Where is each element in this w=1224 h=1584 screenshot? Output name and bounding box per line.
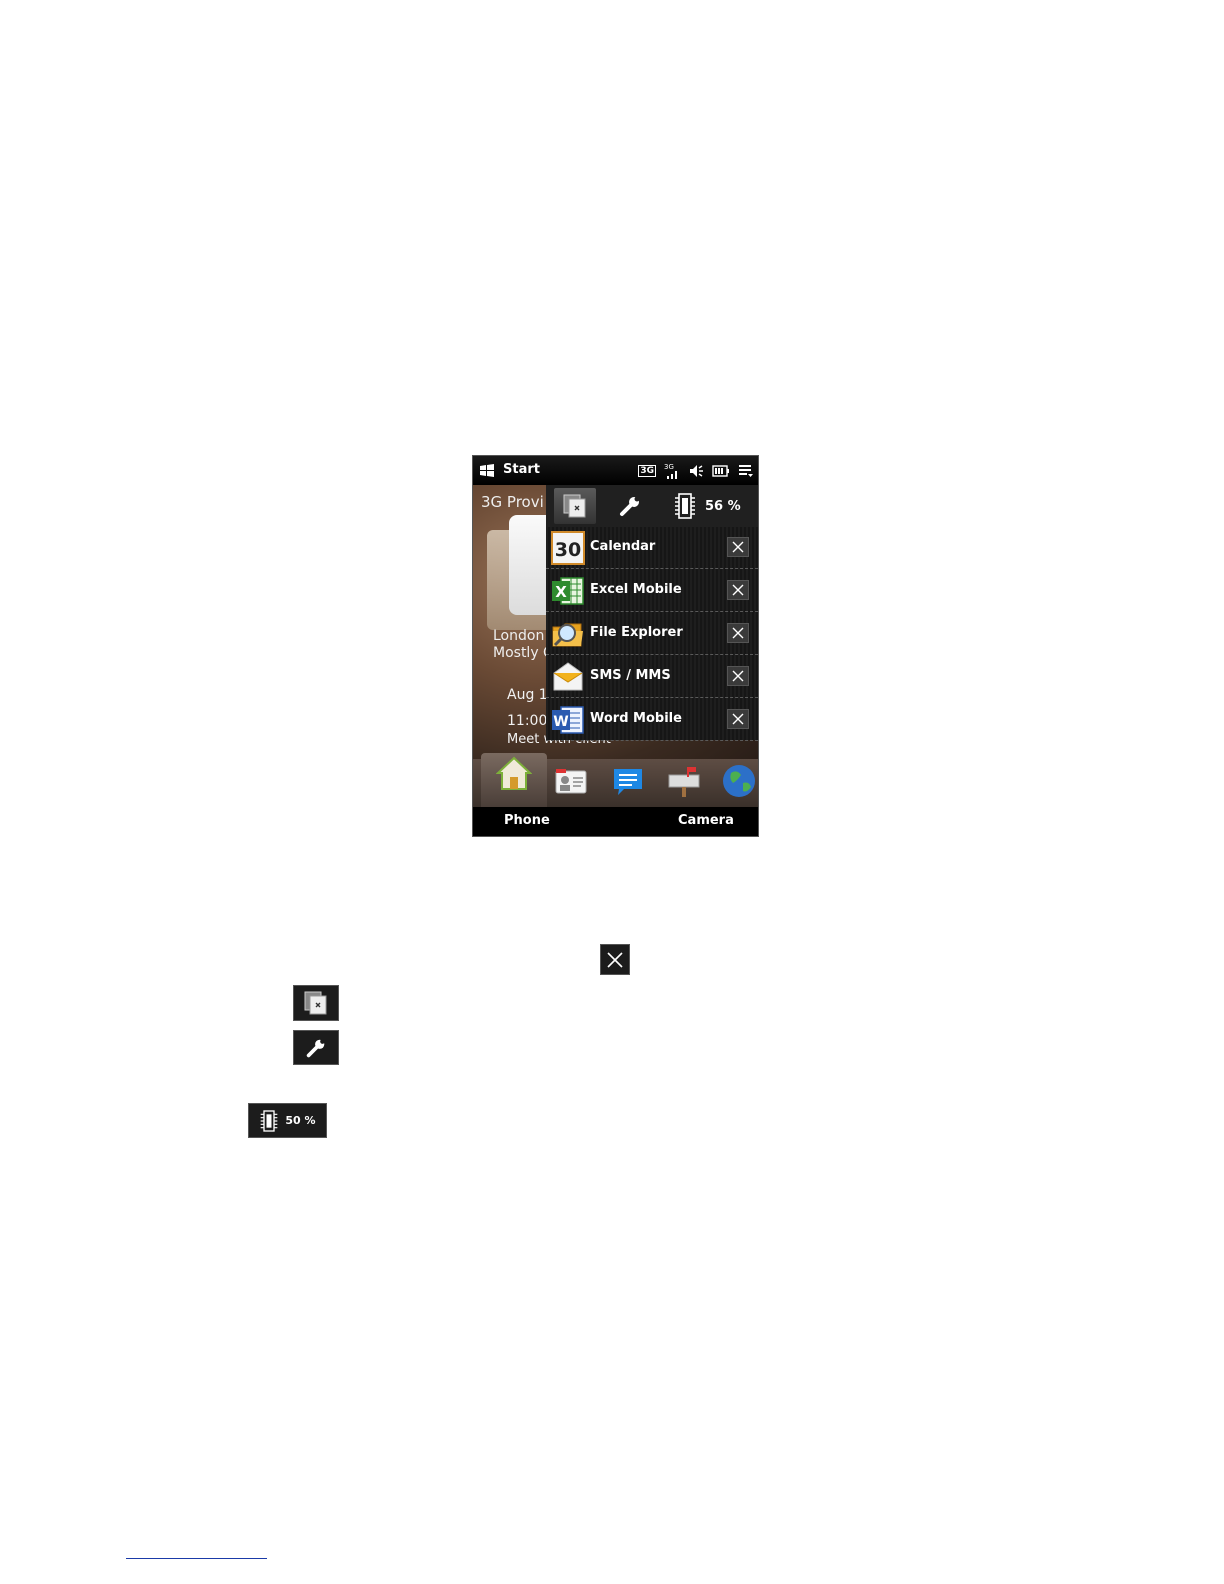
excel-icon: X	[552, 577, 584, 605]
windows-flag-icon[interactable]	[479, 463, 495, 478]
close-icon	[732, 584, 744, 596]
task-row-file-explorer[interactable]: File Explorer	[546, 613, 758, 655]
close-all-button-sample[interactable]	[293, 985, 339, 1021]
settings-button[interactable]	[609, 488, 651, 524]
memory-usage-label: 56 %	[705, 498, 741, 514]
excel-icon-letter: X	[555, 583, 567, 601]
contacts-icon[interactable]	[553, 763, 589, 799]
wrench-icon	[306, 1038, 325, 1057]
battery-icon	[712, 465, 729, 477]
close-all-button[interactable]	[554, 488, 596, 524]
memory-usage-label: 50 %	[285, 1114, 316, 1127]
settings-button-sample[interactable]	[293, 1030, 339, 1065]
close-task-button[interactable]	[727, 537, 749, 557]
signal-3g-label: 3G	[664, 463, 674, 471]
task-label: File Explorer	[590, 625, 683, 640]
close-task-button-sample[interactable]	[600, 944, 630, 975]
close-task-button[interactable]	[727, 623, 749, 643]
close-task-button[interactable]	[727, 666, 749, 686]
close-all-icon	[304, 991, 327, 1015]
start-menu-label[interactable]: Start	[503, 462, 540, 477]
messages-icon[interactable]	[610, 763, 646, 799]
close-icon	[732, 541, 744, 553]
word-icon: W	[552, 706, 584, 734]
task-manager-panel: 56 % 30 Calendar X Excel Mobile File Exp…	[546, 485, 758, 741]
weather-city: London	[493, 628, 545, 644]
memory-chip-icon	[261, 1109, 278, 1132]
phone-screenshot: Start 3G 3G 3G Provi London Mostly C Aug…	[472, 455, 759, 837]
sms-icon	[553, 662, 583, 691]
signal-strength-icon: 3G	[664, 463, 677, 479]
tab-dock	[473, 753, 758, 807]
mail-icon[interactable]	[666, 763, 702, 799]
speaker-muted-icon	[690, 465, 703, 477]
carrier-name: 3G Provi	[481, 493, 544, 511]
memory-chip-icon	[675, 493, 695, 519]
memory-button-sample[interactable]: 50 %	[248, 1103, 327, 1138]
network-3g-icon: 3G	[638, 465, 656, 477]
close-all-icon	[563, 494, 586, 518]
appointment-date: Aug 1	[507, 687, 548, 703]
menu-icon[interactable]	[738, 464, 754, 478]
task-row-calendar[interactable]: 30 Calendar	[546, 527, 758, 569]
close-icon	[732, 670, 744, 682]
task-manager-toolbar: 56 %	[546, 485, 758, 527]
status-icons: 3G 3G	[638, 461, 754, 481]
task-label: Word Mobile	[590, 711, 682, 726]
calendar-icon-day: 30	[555, 539, 581, 561]
task-label: SMS / MMS	[590, 668, 671, 683]
appointment-time: 11:00	[507, 713, 548, 729]
close-task-button[interactable]	[727, 709, 749, 729]
task-row-excel-mobile[interactable]: X Excel Mobile	[546, 570, 758, 612]
softkey-camera[interactable]: Camera	[678, 813, 734, 828]
calendar-icon: 30	[551, 531, 585, 565]
status-bar: Start 3G 3G	[473, 456, 758, 485]
wrench-icon	[620, 496, 640, 516]
memory-button[interactable]: 56 %	[673, 488, 758, 524]
close-icon	[732, 713, 744, 725]
close-icon	[732, 627, 744, 639]
word-icon-letter: W	[553, 714, 568, 730]
close-icon	[607, 951, 623, 968]
footnote-divider	[126, 1558, 267, 1559]
task-label: Excel Mobile	[590, 582, 682, 597]
home-icon	[496, 756, 532, 790]
softkey-bar: Phone Camera	[473, 807, 758, 836]
internet-icon[interactable]	[721, 763, 757, 799]
task-row-sms-mms[interactable]: SMS / MMS	[546, 656, 758, 698]
softkey-phone[interactable]: Phone	[504, 813, 550, 828]
close-task-button[interactable]	[727, 580, 749, 600]
task-label: Calendar	[590, 539, 656, 554]
tab-home[interactable]	[481, 753, 547, 807]
weather-condition: Mostly C	[493, 645, 553, 661]
task-row-word-mobile[interactable]: W Word Mobile	[546, 699, 758, 741]
file-explorer-icon	[552, 623, 583, 647]
